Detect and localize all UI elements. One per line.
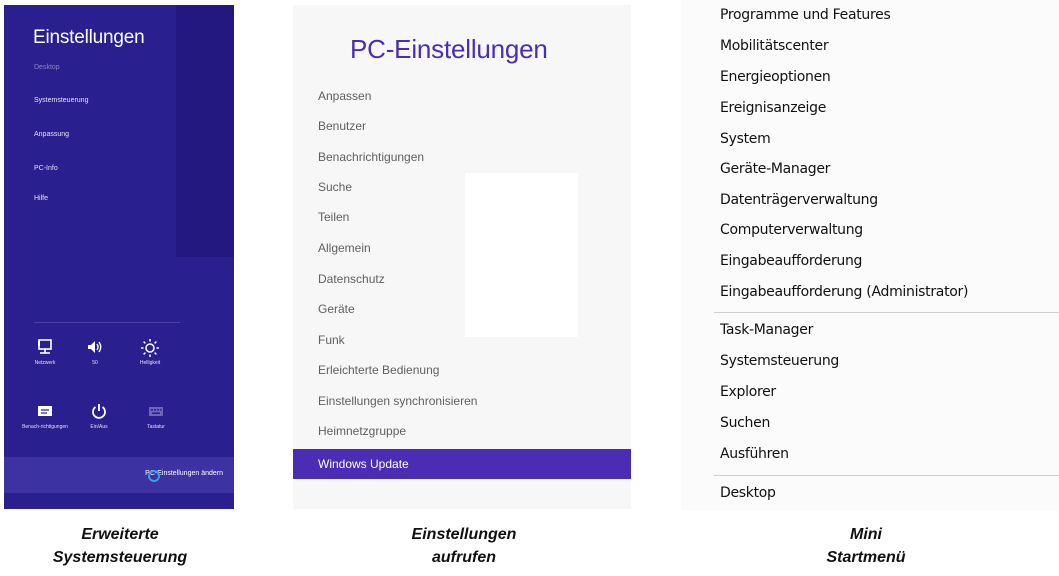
menu-separator [714,312,1059,313]
settings-item-windows-update[interactable]: Windows Update [293,449,631,479]
caption-erweiterte-systemsteuerung: Erweiterte Systemsteuerung [14,523,226,569]
menu-item-system[interactable]: System [720,131,771,147]
menu-item-energieoptionen[interactable]: Energieoptionen [720,69,831,85]
settings-item-benachrichtigungen[interactable]: Benachrichtigungen [318,150,424,164]
settings-item-suche[interactable]: Suche [318,180,352,194]
caption-einstellungen-aufrufen: Einstellungen aufrufen [358,523,570,569]
settings-item-heimnetzgruppe[interactable]: Heimnetzgruppe [318,424,406,438]
caption-mini-startmenue: Mini Startmenü [760,523,972,569]
caption-line: Erweiterte [81,526,159,543]
charm-context-label: Desktop [34,64,60,71]
caption-line: Startmenü [826,549,906,566]
charm-title: Einstellungen [33,27,145,48]
menu-item-task-manager[interactable]: Task-Manager [720,322,813,338]
settings-item-windows-update-label: Windows Update [318,457,409,471]
network-tile[interactable]: Netzwerk [20,338,70,367]
keyboard-tile-label: Tastatur [147,424,165,430]
menu-item-eingabeaufforderung-admin[interactable]: Eingabeaufforderung (Administrator) [720,284,968,300]
keyboard-tile[interactable]: Tastatur [131,402,181,431]
menu-item-explorer[interactable]: Explorer [720,384,776,400]
settings-item-datenschutz[interactable]: Datenschutz [318,272,385,286]
settings-item-benutzer[interactable]: Benutzer [318,119,366,133]
notifications-icon [20,402,70,424]
menu-item-computerverwaltung[interactable]: Computerverwaltung [720,222,863,238]
caption-line: Einstellungen [411,526,517,543]
pc-settings-panel: PC-Einstellungen Anpassen Benutzer Benac… [293,5,631,509]
power-tile[interactable]: Ein/Aus [74,402,124,431]
caption-line: Mini [850,526,882,543]
caption-line: Systemsteuerung [52,549,188,566]
menu-item-systemsteuerung[interactable]: Systemsteuerung [720,353,839,369]
settings-item-synchronisieren[interactable]: Einstellungen synchronisieren [318,394,477,408]
volume-tile[interactable]: 50 [70,338,120,367]
menu-item-geraete-manager[interactable]: Geräte-Manager [720,161,830,177]
settings-item-funk[interactable]: Funk [318,333,345,347]
menu-item-desktop[interactable]: Desktop [720,485,776,501]
pc-settings-title: PC-Einstellungen [350,34,548,64]
settings-item-allgemein[interactable]: Allgemein [318,241,371,255]
settings-item-erleichterte-bedienung[interactable]: Erleichterte Bedienung [318,363,439,377]
charm-item-hilfe[interactable]: Hilfe [34,195,48,202]
charm-divider [34,322,180,323]
charm-dark-block [176,5,234,257]
brightness-tile[interactable]: Helligkeit [125,338,175,367]
volume-tile-label: 50 [92,360,98,366]
settings-item-anpassen[interactable]: Anpassen [318,89,371,103]
network-tile-label: Netzwerk [34,360,56,366]
volume-icon [70,338,120,360]
mini-start-menu: Programme und Features Mobilitätscenter … [681,0,1059,510]
menu-item-programme-features[interactable]: Programme und Features [720,7,891,23]
settings-item-teilen[interactable]: Teilen [318,210,349,224]
menu-item-mobilitaetscenter[interactable]: Mobilitätscenter [720,38,829,54]
network-icon [20,338,70,360]
charm-item-pc-info[interactable]: PC-Info [34,165,58,172]
notifications-tile[interactable]: Benach-richtigungen [20,402,70,431]
menu-item-eingabeaufforderung[interactable]: Eingabeaufforderung [720,253,862,269]
busy-cursor-icon [148,470,160,482]
menu-separator [714,475,1059,476]
menu-item-ereignisanzeige[interactable]: Ereignisanzeige [720,100,826,116]
charm-item-systemsteuerung[interactable]: Systemsteuerung [34,97,88,104]
brightness-tile-label: Helligkeit [139,360,161,366]
caption-line: aufrufen [432,549,496,566]
notifications-tile-label: Benach-richtigungen [22,424,68,430]
power-icon [74,402,124,424]
change-pc-settings-link[interactable]: PC-Einstellungen ändern [4,457,234,493]
redacted-box [465,173,578,337]
menu-item-datentraegerverwaltung[interactable]: Datenträgerverwaltung [720,192,878,208]
brightness-icon [125,338,175,360]
settings-item-geraete[interactable]: Geräte [318,302,355,316]
menu-item-ausfuehren[interactable]: Ausführen [720,446,789,462]
menu-item-suchen[interactable]: Suchen [720,415,770,431]
power-tile-label: Ein/Aus [90,424,108,430]
keyboard-icon [131,402,181,424]
charm-item-anpassung[interactable]: Anpassung [34,131,69,138]
settings-charm-panel: Einstellungen Desktop Systemsteuerung An… [4,5,234,509]
